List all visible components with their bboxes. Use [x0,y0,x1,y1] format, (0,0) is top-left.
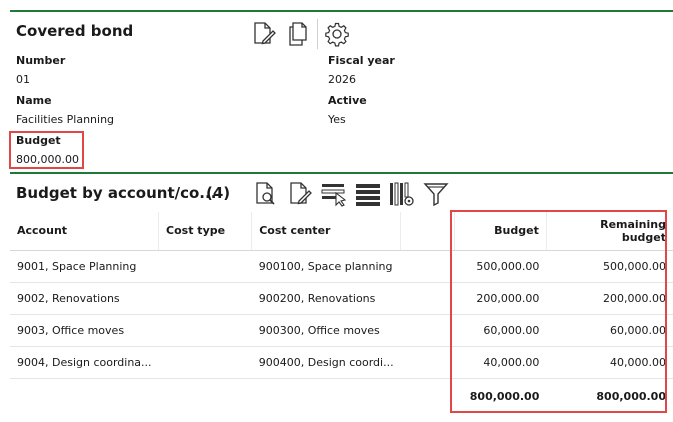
budget-columns-highlight-box [450,210,667,413]
fiscal-year-value: 2026 [328,73,356,86]
account-cell: 9003, Office moves [10,314,159,347]
search-button[interactable] [249,179,283,209]
page-title: Covered bond [16,22,134,40]
number-label: Number [16,54,66,67]
budget-highlight-box [9,131,84,169]
filter-button[interactable] [419,179,453,209]
column-header-cost-type[interactable]: Cost type [158,212,253,251]
cost-center-cell: 900100, Space planning [251,250,401,283]
spacer-cell [400,314,455,347]
settings-button[interactable] [320,18,354,50]
grid-toolbar [249,179,453,209]
account-cell: 9004, Design coordina... [10,346,159,379]
search-document-icon [256,182,275,205]
number-value: 01 [16,73,30,86]
name-value: Facilities Planning [16,113,115,126]
spacer-cell [400,346,455,379]
cost-type-cell [158,282,252,315]
cost-center-cell: 900300, Office moves [251,314,401,347]
cost-center-cell: 900200, Renovations [251,282,401,315]
account-cell: 9001, Space Planning [10,250,159,283]
list-lines-icon [356,184,380,206]
account-cell: 9002, Renovations [10,282,159,315]
cost-center-cell: 900400, Design coordi... [251,346,401,379]
section-title: Budget by account/co... [16,184,217,202]
totals-blank-cell [158,377,252,414]
column-header-spacer [400,212,455,251]
column-settings-button[interactable] [385,179,419,209]
cost-type-cell [158,346,252,379]
fiscal-year-label: Fiscal year [328,54,395,67]
name-label: Name [16,94,52,107]
settings-gear-icon [325,22,349,47]
totals-blank-cell [251,377,401,414]
list-view-button[interactable] [351,179,385,209]
totals-blank-cell [10,377,159,414]
spacer-cell [400,282,455,315]
cost-type-cell [158,250,252,283]
totals-blank-cell [400,377,455,414]
edit-document-icon [290,182,312,205]
column-header-cost-center[interactable]: Cost center [251,212,402,251]
cost-type-cell [158,314,252,347]
spacer-cell [400,250,455,283]
section-count: (4) [206,184,231,202]
column-settings-icon [390,182,414,206]
column-header-account[interactable]: Account [10,212,160,251]
copy-button[interactable] [281,18,315,50]
active-label: Active [328,94,367,107]
edit-button[interactable] [247,18,281,50]
section-divider [10,172,673,174]
edit-document-icon [254,22,276,45]
edit-rows-button[interactable] [283,179,317,209]
toolbar-separator [317,19,318,49]
record-toolbar [247,18,354,50]
header-divider [10,10,673,12]
copy-icon [289,22,307,46]
filter-row-button[interactable] [317,179,351,209]
filter-row-icon [321,184,347,207]
active-value: Yes [328,113,346,126]
funnel-filter-icon [423,183,449,207]
